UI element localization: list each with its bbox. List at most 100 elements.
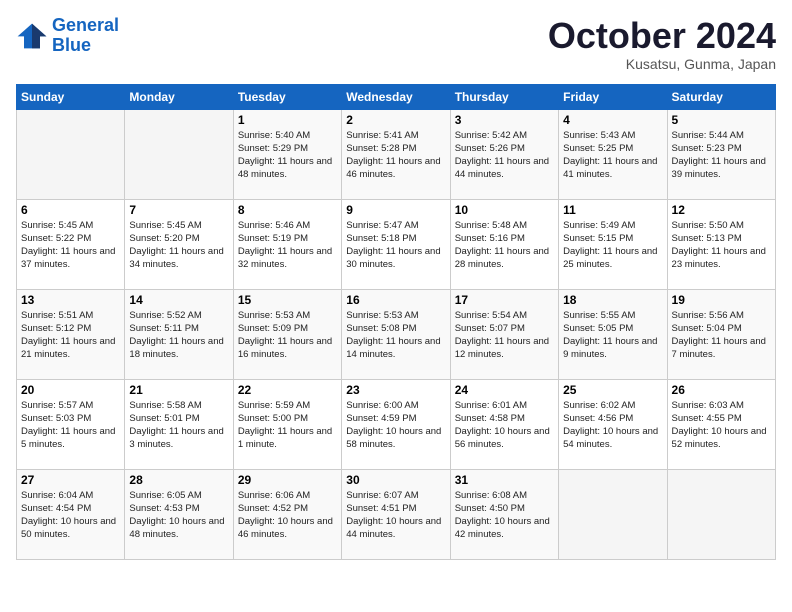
day-info: Sunrise: 6:04 AMSunset: 4:54 PMDaylight:…: [21, 489, 120, 542]
calendar-cell: 3 Sunrise: 5:42 AMSunset: 5:26 PMDaylight…: [450, 109, 558, 199]
day-number: 1: [238, 113, 337, 127]
calendar-cell: [125, 109, 233, 199]
day-info: Sunrise: 6:02 AMSunset: 4:56 PMDaylight:…: [563, 399, 662, 452]
calendar-cell: 24 Sunrise: 6:01 AMSunset: 4:58 PMDayligh…: [450, 379, 558, 469]
calendar-cell: 26Sunrise: 6:03 AMSunset: 4:55 PMDayligh…: [667, 379, 775, 469]
day-info: Sunrise: 5:44 AMSunset: 5:23 PMDaylight:…: [672, 129, 771, 182]
calendar-cell: 21 Sunrise: 5:58 AMSunset: 5:01 PMDayligh…: [125, 379, 233, 469]
weekday-header-wednesday: Wednesday: [342, 84, 450, 109]
day-info: Sunrise: 5:55 AMSunset: 5:05 PMDaylight:…: [563, 309, 662, 362]
page-header: General Blue October 2024 Kusatsu, Gunma…: [16, 16, 776, 72]
day-info: Sunrise: 5:57 AMSunset: 5:03 PMDaylight:…: [21, 399, 120, 452]
logo-text: General Blue: [52, 16, 119, 56]
calendar-table: SundayMondayTuesdayWednesdayThursdayFrid…: [16, 84, 776, 560]
day-number: 3: [455, 113, 554, 127]
calendar-cell: 16 Sunrise: 5:53 AMSunset: 5:08 PMDayligh…: [342, 289, 450, 379]
day-number: 28: [129, 473, 228, 487]
calendar-cell: 12 Sunrise: 5:50 AMSunset: 5:13 PMDayligh…: [667, 199, 775, 289]
weekday-header-monday: Monday: [125, 84, 233, 109]
calendar-cell: 8 Sunrise: 5:46 AMSunset: 5:19 PMDaylight…: [233, 199, 341, 289]
calendar-cell: 11Sunrise: 5:49 AMSunset: 5:15 PMDayligh…: [559, 199, 667, 289]
month-title: October 2024: [548, 16, 776, 56]
calendar-cell: 27 Sunrise: 6:04 AMSunset: 4:54 PMDayligh…: [17, 469, 125, 559]
day-info: Sunrise: 5:47 AMSunset: 5:18 PMDaylight:…: [346, 219, 445, 272]
day-number: 31: [455, 473, 554, 487]
day-number: 7: [129, 203, 228, 217]
day-info: Sunrise: 6:00 AMSunset: 4:59 PMDaylight:…: [346, 399, 445, 452]
day-info: Sunrise: 5:41 AMSunset: 5:28 PMDaylight:…: [346, 129, 445, 182]
day-number: 12: [672, 203, 771, 217]
day-number: 8: [238, 203, 337, 217]
calendar-cell: 25 Sunrise: 6:02 AMSunset: 4:56 PMDayligh…: [559, 379, 667, 469]
calendar-cell: 4 Sunrise: 5:43 AMSunset: 5:25 PMDaylight…: [559, 109, 667, 199]
day-info: Sunrise: 6:03 AMSunset: 4:55 PMDaylight:…: [672, 399, 771, 452]
title-block: October 2024 Kusatsu, Gunma, Japan: [548, 16, 776, 72]
day-info: Sunrise: 5:42 AMSunset: 5:26 PMDaylight:…: [455, 129, 554, 182]
calendar-cell: 13Sunrise: 5:51 AMSunset: 5:12 PMDayligh…: [17, 289, 125, 379]
calendar-cell: [667, 469, 775, 559]
weekday-header-saturday: Saturday: [667, 84, 775, 109]
day-number: 4: [563, 113, 662, 127]
calendar-cell: 20 Sunrise: 5:57 AMSunset: 5:03 PMDayligh…: [17, 379, 125, 469]
calendar-cell: [17, 109, 125, 199]
calendar-cell: 9Sunrise: 5:47 AMSunset: 5:18 PMDaylight…: [342, 199, 450, 289]
day-number: 2: [346, 113, 445, 127]
day-info: Sunrise: 6:01 AMSunset: 4:58 PMDaylight:…: [455, 399, 554, 452]
day-info: Sunrise: 5:45 AMSunset: 5:20 PMDaylight:…: [129, 219, 228, 272]
week-row-3: 13Sunrise: 5:51 AMSunset: 5:12 PMDayligh…: [17, 289, 776, 379]
day-number: 30: [346, 473, 445, 487]
day-number: 13: [21, 293, 120, 307]
calendar-cell: 15Sunrise: 5:53 AMSunset: 5:09 PMDayligh…: [233, 289, 341, 379]
calendar-cell: 1Sunrise: 5:40 AMSunset: 5:29 PMDaylight…: [233, 109, 341, 199]
calendar-cell: 28 Sunrise: 6:05 AMSunset: 4:53 PMDayligh…: [125, 469, 233, 559]
logo-icon: [16, 22, 48, 50]
day-info: Sunrise: 6:08 AMSunset: 4:50 PMDaylight:…: [455, 489, 554, 542]
day-info: Sunrise: 5:59 AMSunset: 5:00 PMDaylight:…: [238, 399, 337, 452]
day-number: 23: [346, 383, 445, 397]
day-info: Sunrise: 5:45 AMSunset: 5:22 PMDaylight:…: [21, 219, 120, 272]
day-info: Sunrise: 5:56 AMSunset: 5:04 PMDaylight:…: [672, 309, 771, 362]
day-number: 6: [21, 203, 120, 217]
calendar-cell: 31 Sunrise: 6:08 AMSunset: 4:50 PMDayligh…: [450, 469, 558, 559]
week-row-2: 6 Sunrise: 5:45 AMSunset: 5:22 PMDaylight…: [17, 199, 776, 289]
day-number: 22: [238, 383, 337, 397]
day-number: 29: [238, 473, 337, 487]
day-number: 21: [129, 383, 228, 397]
weekday-header-tuesday: Tuesday: [233, 84, 341, 109]
calendar-cell: 29 Sunrise: 6:06 AMSunset: 4:52 PMDayligh…: [233, 469, 341, 559]
calendar-cell: 14Sunrise: 5:52 AMSunset: 5:11 PMDayligh…: [125, 289, 233, 379]
calendar-cell: 5 Sunrise: 5:44 AMSunset: 5:23 PMDaylight…: [667, 109, 775, 199]
day-info: Sunrise: 6:06 AMSunset: 4:52 PMDaylight:…: [238, 489, 337, 542]
calendar-cell: 19Sunrise: 5:56 AMSunset: 5:04 PMDayligh…: [667, 289, 775, 379]
week-row-5: 27 Sunrise: 6:04 AMSunset: 4:54 PMDayligh…: [17, 469, 776, 559]
day-number: 20: [21, 383, 120, 397]
day-number: 27: [21, 473, 120, 487]
day-number: 14: [129, 293, 228, 307]
day-info: Sunrise: 5:58 AMSunset: 5:01 PMDaylight:…: [129, 399, 228, 452]
calendar-cell: 7 Sunrise: 5:45 AMSunset: 5:20 PMDaylight…: [125, 199, 233, 289]
day-info: Sunrise: 5:49 AMSunset: 5:15 PMDaylight:…: [563, 219, 662, 272]
day-number: 25: [563, 383, 662, 397]
calendar-cell: 6 Sunrise: 5:45 AMSunset: 5:22 PMDaylight…: [17, 199, 125, 289]
day-number: 16: [346, 293, 445, 307]
day-info: Sunrise: 6:05 AMSunset: 4:53 PMDaylight:…: [129, 489, 228, 542]
day-number: 5: [672, 113, 771, 127]
day-info: Sunrise: 5:50 AMSunset: 5:13 PMDaylight:…: [672, 219, 771, 272]
weekday-header-thursday: Thursday: [450, 84, 558, 109]
day-info: Sunrise: 5:48 AMSunset: 5:16 PMDaylight:…: [455, 219, 554, 272]
day-info: Sunrise: 6:07 AMSunset: 4:51 PMDaylight:…: [346, 489, 445, 542]
day-info: Sunrise: 5:43 AMSunset: 5:25 PMDaylight:…: [563, 129, 662, 182]
calendar-cell: 18 Sunrise: 5:55 AMSunset: 5:05 PMDayligh…: [559, 289, 667, 379]
calendar-cell: 2 Sunrise: 5:41 AMSunset: 5:28 PMDaylight…: [342, 109, 450, 199]
calendar-cell: [559, 469, 667, 559]
weekday-header-friday: Friday: [559, 84, 667, 109]
day-number: 24: [455, 383, 554, 397]
week-row-4: 20 Sunrise: 5:57 AMSunset: 5:03 PMDayligh…: [17, 379, 776, 469]
day-info: Sunrise: 5:46 AMSunset: 5:19 PMDaylight:…: [238, 219, 337, 272]
calendar-cell: 23 Sunrise: 6:00 AMSunset: 4:59 PMDayligh…: [342, 379, 450, 469]
day-number: 10: [455, 203, 554, 217]
calendar-cell: 22 Sunrise: 5:59 AMSunset: 5:00 PMDayligh…: [233, 379, 341, 469]
day-number: 18: [563, 293, 662, 307]
day-info: Sunrise: 5:53 AMSunset: 5:08 PMDaylight:…: [346, 309, 445, 362]
logo: General Blue: [16, 16, 119, 56]
